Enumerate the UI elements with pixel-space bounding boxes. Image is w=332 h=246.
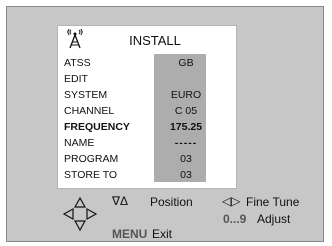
menu-item-store-to[interactable]: STORE TO 03 bbox=[64, 168, 232, 182]
menu-item-value: 175.25 bbox=[169, 121, 203, 133]
menu-item-label: SYSTEM bbox=[64, 89, 108, 101]
menu-item-label: CHANNEL bbox=[64, 105, 115, 117]
menu-item-value: ----- bbox=[174, 137, 198, 149]
menu-item-value: C 05 bbox=[174, 105, 198, 117]
menu-item-program[interactable]: PROGRAM 03 bbox=[64, 152, 232, 166]
position-label: Position bbox=[150, 195, 193, 209]
menu-item-name[interactable]: NAME ----- bbox=[64, 136, 232, 150]
menu-item-value: EURO bbox=[170, 89, 202, 101]
dpad-icon bbox=[62, 196, 98, 232]
fine-tune-label: Fine Tune bbox=[246, 195, 300, 209]
up-down-arrows-icon: ∇Δ bbox=[112, 194, 129, 208]
menu-item-label: NAME bbox=[64, 137, 95, 149]
menu-item-label: FREQUENCY bbox=[64, 121, 130, 133]
left-right-arrows-icon: ◁▷ bbox=[222, 194, 241, 208]
menu-item-channel[interactable]: CHANNEL C 05 bbox=[64, 104, 232, 118]
exit-label: Exit bbox=[152, 227, 173, 241]
menu-title: INSTALL bbox=[129, 33, 181, 48]
adjust-label: Adjust bbox=[257, 212, 291, 226]
menu-item-value: 03 bbox=[180, 153, 192, 165]
menu-item-value: GB bbox=[178, 57, 194, 69]
menu-key-label: MENU bbox=[112, 227, 148, 241]
menu-item-label: PROGRAM bbox=[64, 153, 119, 165]
menu-item-system[interactable]: SYSTEM EURO bbox=[64, 88, 232, 102]
number-keys-label: 0...9 bbox=[223, 212, 247, 226]
menu-item-label: EDIT bbox=[64, 73, 88, 85]
menu-item-frequency[interactable]: FREQUENCY 175.25 bbox=[64, 120, 232, 134]
menu-item-value: 03 bbox=[180, 169, 192, 181]
install-menu: INSTALL ATSS GB EDIT SYSTEM EURO CHANNEL… bbox=[57, 25, 237, 189]
menu-item-label: ATSS bbox=[64, 57, 91, 69]
menu-item-edit[interactable]: EDIT bbox=[64, 72, 232, 86]
menu-item-label: STORE TO bbox=[64, 169, 118, 181]
menu-title-bar: INSTALL bbox=[58, 26, 236, 52]
menu-item-atss[interactable]: ATSS GB bbox=[64, 56, 232, 70]
